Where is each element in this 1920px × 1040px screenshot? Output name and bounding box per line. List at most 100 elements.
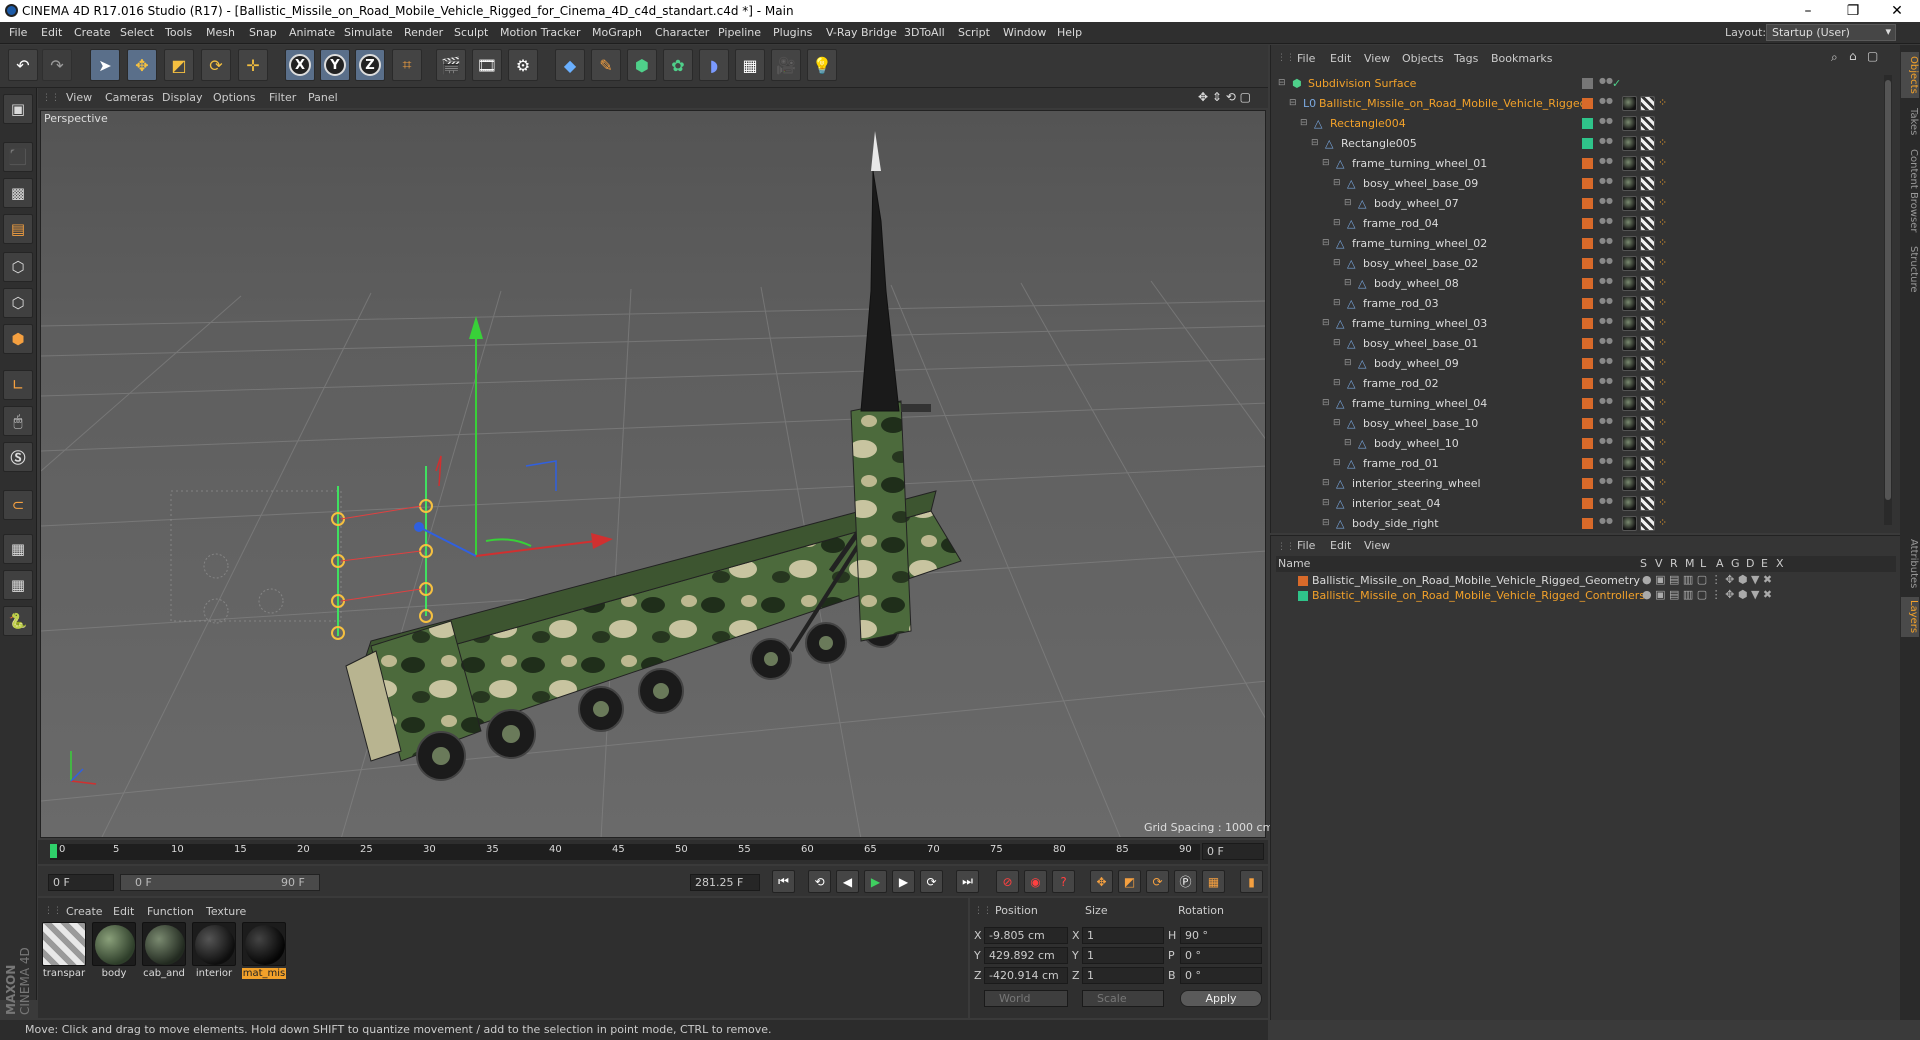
- texture-tag-icon[interactable]: [1640, 136, 1655, 151]
- layer-color-indicator[interactable]: [1582, 358, 1593, 369]
- object-row[interactable]: ⊟ △ frame_turning_wheel_03 ●● ⁘: [1272, 314, 1890, 334]
- axis-mode-button[interactable]: ∟: [3, 370, 33, 400]
- layer-row[interactable]: Ballistic_Missile_on_Road_Mobile_Vehicle…: [1276, 573, 1896, 588]
- size-z-field[interactable]: 1: [1082, 967, 1164, 984]
- texture-tag-icon[interactable]: [1640, 116, 1655, 131]
- prev-frame-button[interactable]: ◀: [836, 870, 859, 893]
- layer-color-indicator[interactable]: [1582, 478, 1593, 489]
- object-row[interactable]: ⊟ △ Rectangle004 ●●: [1272, 114, 1890, 134]
- layer-menu-edit[interactable]: Edit: [1330, 539, 1351, 552]
- layer-color-swatch[interactable]: [1298, 591, 1308, 601]
- x-axis-lock-button[interactable]: X: [285, 49, 315, 81]
- layer-col-l[interactable]: L: [1700, 557, 1706, 570]
- om-menu-bookmarks[interactable]: Bookmarks: [1491, 52, 1552, 65]
- om-menu-file[interactable]: File: [1297, 52, 1315, 65]
- layer-col-g[interactable]: G: [1731, 557, 1740, 570]
- expand-toggle-icon[interactable]: ⊟: [1344, 358, 1352, 368]
- object-name[interactable]: bosy_wheel_base_01: [1363, 337, 1478, 350]
- texture-tag-icon[interactable]: [1640, 516, 1655, 531]
- expand-toggle-icon[interactable]: ⊟: [1333, 298, 1341, 308]
- playhead-marker[interactable]: [50, 844, 57, 858]
- object-name[interactable]: frame_rod_01: [1363, 457, 1439, 470]
- layer-col-s[interactable]: S: [1640, 557, 1647, 570]
- xpresso-tag-icon[interactable]: ⁘: [1658, 376, 1673, 391]
- rotation-p-field[interactable]: 0 °: [1180, 947, 1262, 964]
- material-swatch[interactable]: [242, 922, 286, 966]
- material-tag-icon[interactable]: [1622, 156, 1637, 171]
- add-light-button[interactable]: 💡: [807, 49, 837, 81]
- object-name[interactable]: frame_turning_wheel_02: [1352, 237, 1487, 250]
- search-icon[interactable]: ⌕: [1831, 50, 1838, 65]
- add-spline-button[interactable]: ✎: [591, 49, 621, 81]
- material-tag-icon[interactable]: [1622, 376, 1637, 391]
- object-row[interactable]: ⊟ △ frame_rod_02 ●● ⁘: [1272, 374, 1890, 394]
- key-position-button[interactable]: ✥: [1090, 870, 1113, 893]
- viewport-menu-panel[interactable]: Panel: [308, 91, 338, 104]
- material-tag-icon[interactable]: [1622, 316, 1637, 331]
- texture-tag-icon[interactable]: [1640, 356, 1655, 371]
- viewport-menu-cameras[interactable]: Cameras: [105, 91, 154, 104]
- close-button[interactable]: ✕: [1874, 0, 1920, 22]
- layer-col-e[interactable]: E: [1761, 557, 1768, 570]
- xpresso-tag-icon[interactable]: ⁘: [1658, 516, 1673, 531]
- expand-toggle-icon[interactable]: ⊟: [1344, 438, 1352, 448]
- expand-toggle-icon[interactable]: ⊟: [1333, 418, 1341, 428]
- expand-toggle-icon[interactable]: ⊟: [1333, 178, 1341, 188]
- layer-color-indicator[interactable]: [1582, 178, 1593, 189]
- material-menu-function[interactable]: Function: [147, 905, 194, 918]
- object-row[interactable]: ⊟ △ frame_turning_wheel_04 ●● ⁘: [1272, 394, 1890, 414]
- position-y-field[interactable]: 429.892 cm: [984, 947, 1068, 964]
- visibility-dots-icon[interactable]: ●●: [1599, 377, 1613, 390]
- texture-tag-icon[interactable]: [1640, 296, 1655, 311]
- layer-color-indicator[interactable]: [1582, 418, 1593, 429]
- visibility-dots-icon[interactable]: ●●: [1599, 337, 1613, 350]
- texture-tag-icon[interactable]: [1640, 256, 1655, 271]
- expand-toggle-icon[interactable]: ⊟: [1333, 338, 1341, 348]
- xpresso-tag-icon[interactable]: ⁘: [1658, 296, 1673, 311]
- autokey-button[interactable]: ◉: [1024, 870, 1047, 893]
- object-row[interactable]: ⊟ △ frame_rod_04 ●● ⁘: [1272, 214, 1890, 234]
- object-name[interactable]: body_side_right: [1352, 517, 1439, 530]
- material-tag-icon[interactable]: [1622, 296, 1637, 311]
- material-tag-icon[interactable]: [1622, 216, 1637, 231]
- tab-takes[interactable]: Takes: [1901, 104, 1919, 140]
- layer-name[interactable]: Ballistic_Missile_on_Road_Mobile_Vehicle…: [1312, 574, 1640, 587]
- layer-color-indicator[interactable]: [1582, 78, 1593, 89]
- texture-tag-icon[interactable]: [1640, 156, 1655, 171]
- expand-toggle-icon[interactable]: ⊟: [1333, 258, 1341, 268]
- object-row[interactable]: ⊟ △ bosy_wheel_base_10 ●● ⁘: [1272, 414, 1890, 434]
- render-view-button[interactable]: 🎬: [436, 49, 466, 81]
- xpresso-tag-icon[interactable]: ⁘: [1658, 216, 1673, 231]
- object-row[interactable]: ⊟ △ bosy_wheel_base_09 ●● ⁘: [1272, 174, 1890, 194]
- texture-tag-icon[interactable]: [1640, 96, 1655, 111]
- layer-col-d[interactable]: D: [1746, 557, 1754, 570]
- material-swatch[interactable]: [142, 922, 186, 966]
- y-axis-lock-button[interactable]: Y: [320, 49, 350, 81]
- visibility-dots-icon[interactable]: ●●: [1599, 477, 1613, 490]
- menu-pipeline[interactable]: Pipeline: [718, 26, 761, 39]
- texture-tag-icon[interactable]: [1640, 396, 1655, 411]
- object-row[interactable]: ⊟ △ body_wheel_09 ●● ⁘: [1272, 354, 1890, 374]
- visibility-dots-icon[interactable]: ●●: [1599, 217, 1613, 230]
- om-menu-tags[interactable]: Tags: [1454, 52, 1478, 65]
- coordinate-system-button[interactable]: ⌗: [392, 49, 422, 81]
- layer-color-indicator[interactable]: [1582, 518, 1593, 529]
- xpresso-tag-icon[interactable]: ⁘: [1658, 276, 1673, 291]
- visibility-dots-icon[interactable]: ●●: [1599, 177, 1613, 190]
- prev-key-button[interactable]: ⟲: [808, 870, 831, 893]
- object-row[interactable]: ⊟ △ body_wheel_08 ●● ⁘: [1272, 274, 1890, 294]
- expand-toggle-icon[interactable]: ⊟: [1322, 518, 1330, 528]
- material-menu-edit[interactable]: Edit: [113, 905, 134, 918]
- object-name[interactable]: Rectangle005: [1341, 137, 1417, 150]
- menu-edit[interactable]: Edit: [41, 26, 62, 39]
- planar-workplane-button[interactable]: ▦: [3, 570, 33, 600]
- material-tag-icon[interactable]: [1622, 356, 1637, 371]
- object-name[interactable]: frame_turning_wheel_01: [1352, 157, 1487, 170]
- lock-workplane-button[interactable]: ▦: [3, 534, 33, 564]
- object-name[interactable]: frame_rod_02: [1363, 377, 1439, 390]
- layer-color-indicator[interactable]: [1582, 118, 1593, 129]
- size-mode-select[interactable]: Scale: [1082, 990, 1164, 1007]
- xpresso-tag-icon[interactable]: ⁘: [1658, 396, 1673, 411]
- add-floor-button[interactable]: ▦: [735, 49, 765, 81]
- layer-color-indicator[interactable]: [1582, 218, 1593, 229]
